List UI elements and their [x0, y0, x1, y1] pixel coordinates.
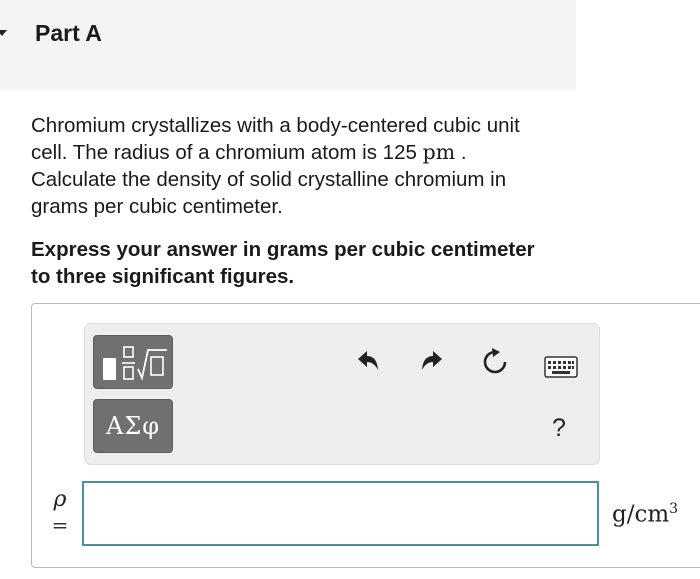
question-line-2-text: cell. The radius of a chromium atom is 1… — [31, 141, 417, 164]
radius-unit: pm — [422, 140, 456, 164]
instruction-line-1: Express your answer in grams per cubic c… — [31, 238, 535, 261]
reset-icon[interactable] — [481, 348, 509, 376]
question-line-4: grams per cubic centimeter. — [31, 195, 283, 218]
keyboard-icon[interactable] — [544, 356, 578, 378]
unit-exponent: 3 — [669, 501, 679, 517]
question-text: Chromium crystallizes with a body-center… — [31, 112, 591, 220]
answer-variable: ρ — [53, 487, 67, 512]
undo-icon[interactable] — [356, 348, 382, 374]
part-title[interactable]: Part A — [35, 20, 102, 47]
unit-base: g/cm — [612, 501, 670, 528]
greek-symbols-button[interactable]: ΑΣφ — [93, 399, 173, 453]
redo-icon[interactable] — [418, 348, 444, 374]
templates-radical-icon — [103, 346, 167, 381]
instruction-line-2: to three significant figures. — [31, 265, 295, 288]
answer-unit: g/cm3 — [612, 501, 678, 528]
templates-button[interactable] — [93, 335, 173, 389]
equals-sign: = — [51, 513, 69, 537]
answer-input[interactable] — [82, 481, 599, 546]
help-button[interactable]: ? — [552, 414, 566, 443]
answer-instruction: Express your answer in grams per cubic c… — [31, 236, 591, 290]
question-line-3: Calculate the density of solid crystalli… — [31, 168, 507, 191]
question-line-2: cell. The radius of a chromium atom is 1… — [31, 139, 591, 166]
question-line-1: Chromium crystallizes with a body-center… — [31, 114, 520, 137]
collapse-caret-icon[interactable] — [0, 30, 7, 36]
question-line-2-end: . — [460, 141, 467, 164]
